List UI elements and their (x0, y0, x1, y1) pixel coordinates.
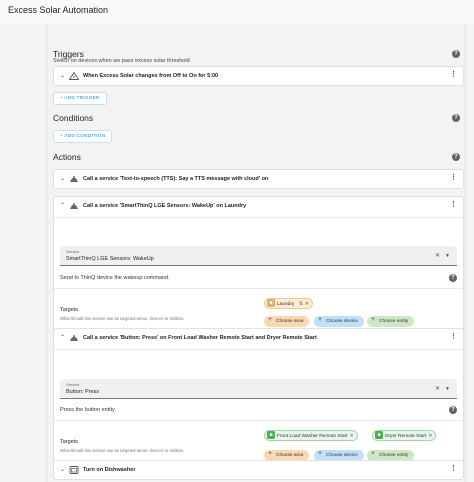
plus-icon: + (318, 451, 322, 458)
more-options-icon[interactable]: ⋮ (450, 201, 457, 208)
service-select[interactable]: Service Button: Press ✕ ▼ (60, 379, 457, 399)
targets-description: What should this service use as targeted… (60, 316, 185, 321)
more-options-icon[interactable]: ⋮ (450, 465, 457, 472)
conditions-heading: Conditions (53, 113, 94, 123)
expand-icon[interactable]: ⇅ (299, 302, 303, 307)
button-entity-icon: ■ (267, 431, 275, 440)
targets-title: Targets (60, 307, 79, 313)
automation-editor: Switch on devices when we pass excess so… (0, 24, 474, 482)
remove-icon[interactable]: ✕ (305, 302, 309, 307)
service-description: Press the button entity. (60, 407, 116, 413)
action-card-smartthinq[interactable]: ⌃ Call a service 'SmartThinQ LGE Sensors… (53, 196, 464, 342)
trigger-card-header[interactable]: ⌄ When Excess Solar changes from Off to … (54, 67, 463, 85)
dropdown-arrow-icon[interactable]: ▼ (445, 254, 450, 259)
divider (54, 288, 463, 289)
targets-title: Targets (60, 439, 79, 445)
choose-device-label: Choose device (326, 453, 358, 458)
chevron-up-icon[interactable]: ⌃ (60, 203, 65, 209)
state-trigger-icon (69, 72, 79, 80)
service-select-value: SmartThinQ LGE Sensors: WakeUp (66, 256, 154, 262)
choose-area-button[interactable]: + Choose area (264, 316, 310, 327)
more-options-icon[interactable]: ⋮ (450, 174, 457, 181)
dropdown-arrow-icon[interactable]: ▼ (445, 387, 450, 392)
choose-area-label: Choose area (276, 319, 304, 324)
choose-entity-label: Choose entity (379, 319, 409, 324)
service-select-value: Button: Press (66, 389, 100, 395)
area-chip-label: Laundry (277, 302, 295, 307)
plus-icon: + (268, 451, 272, 458)
service-select-label: Service (66, 249, 80, 254)
action-label: Call a service 'SmartThinQ LGE Sensors: … (83, 203, 247, 209)
plus-icon: + (371, 451, 375, 458)
add-condition-button[interactable]: + ADD CONDITION (53, 130, 113, 143)
action-card-button-header[interactable]: ⌃ Call a service 'Button: Press' on Fron… (54, 329, 463, 347)
action-card-dishwasher-header[interactable]: ⌄ Turn on Dishwasher ⋮ (54, 461, 463, 479)
chevron-down-icon[interactable]: ⌄ (60, 73, 65, 79)
triggers-heading: Triggers (53, 49, 84, 59)
divider (54, 420, 463, 421)
action-card-dishwasher[interactable]: ⌄ Turn on Dishwasher ⋮ (53, 460, 464, 480)
chevron-down-icon[interactable]: ⌄ (60, 467, 65, 473)
entity-chip-dryer[interactable]: ■ Dryer Remote Start ✕ (372, 430, 437, 441)
add-trigger-button[interactable]: + ADD TRIGGER (53, 92, 107, 105)
chevron-up-icon[interactable]: ⌃ (60, 335, 65, 341)
choose-device-button[interactable]: + Choose device (314, 316, 364, 327)
service-select[interactable]: Service SmartThinQ LGE Sensors: WakeUp ✕… (60, 246, 457, 266)
divider (54, 217, 463, 218)
chevron-down-icon[interactable]: ⌄ (60, 176, 65, 182)
service-select-label: Service (66, 382, 80, 387)
service-help-icon[interactable]: ? (449, 406, 457, 414)
plus-icon: + (268, 317, 272, 324)
area-chip-laundry[interactable]: ■ Laundry ⇅ ✕ (264, 298, 313, 309)
action-label: Turn on Dishwasher (83, 467, 136, 473)
washer-icon: ■ (267, 299, 275, 308)
action-card-smartthinq-header[interactable]: ⌃ Call a service 'SmartThinQ LGE Sensors… (54, 197, 463, 215)
remove-icon[interactable]: ✕ (428, 434, 432, 439)
more-options-icon[interactable]: ⋮ (450, 71, 457, 78)
service-icon (70, 203, 78, 209)
actions-help-icon[interactable]: ? (452, 153, 460, 161)
choose-entity-button[interactable]: + Choose entity (367, 316, 415, 327)
targets-description: What should this service use as targeted… (60, 448, 185, 453)
choose-device-label: Choose device (326, 319, 358, 324)
action-card-tts[interactable]: ⌄ Call a service 'Text-to-speech (TTS): … (53, 169, 464, 189)
service-help-icon[interactable]: ? (449, 274, 457, 282)
service-description: Send to ThinQ device the wakeup command. (60, 275, 170, 281)
plus-icon: + (371, 317, 375, 324)
actions-heading: Actions (53, 152, 81, 162)
action-label: Call a service 'Button: Press' on Front … (83, 335, 317, 341)
window-title: Excess Solar Automation (0, 0, 474, 24)
trigger-card[interactable]: ⌄ When Excess Solar changes from Off to … (53, 66, 464, 86)
entity-chip-washer[interactable]: ■ Front Load Washer Remote Start ✕ (264, 430, 358, 441)
action-label: Call a service 'Text-to-speech (TTS): Sa… (83, 176, 269, 182)
choose-area-label: Choose area (276, 453, 304, 458)
trigger-label: When Excess Solar changes from Off to On… (83, 73, 219, 79)
device-icon (69, 466, 79, 474)
choose-entity-label: Choose entity (379, 453, 409, 458)
action-card-tts-header[interactable]: ⌄ Call a service 'Text-to-speech (TTS): … (54, 170, 463, 188)
clear-icon[interactable]: ✕ (435, 253, 440, 259)
clear-icon[interactable]: ✕ (435, 386, 440, 392)
service-icon (70, 176, 78, 182)
remove-icon[interactable]: ✕ (349, 434, 353, 439)
entity-chip-label: Front Load Washer Remote Start (277, 434, 348, 439)
more-options-icon[interactable]: ⋮ (450, 333, 457, 340)
conditions-help-icon[interactable]: ? (452, 114, 460, 122)
action-card-button-press[interactable]: ⌃ Call a service 'Button: Press' on Fron… (53, 328, 464, 474)
button-entity-icon: ■ (375, 431, 383, 440)
plus-icon: + (318, 317, 322, 324)
divider (54, 349, 463, 350)
service-icon (70, 335, 78, 341)
triggers-help-icon[interactable]: ? (452, 50, 460, 58)
entity-chip-label: Dryer Remote Start (385, 434, 427, 439)
